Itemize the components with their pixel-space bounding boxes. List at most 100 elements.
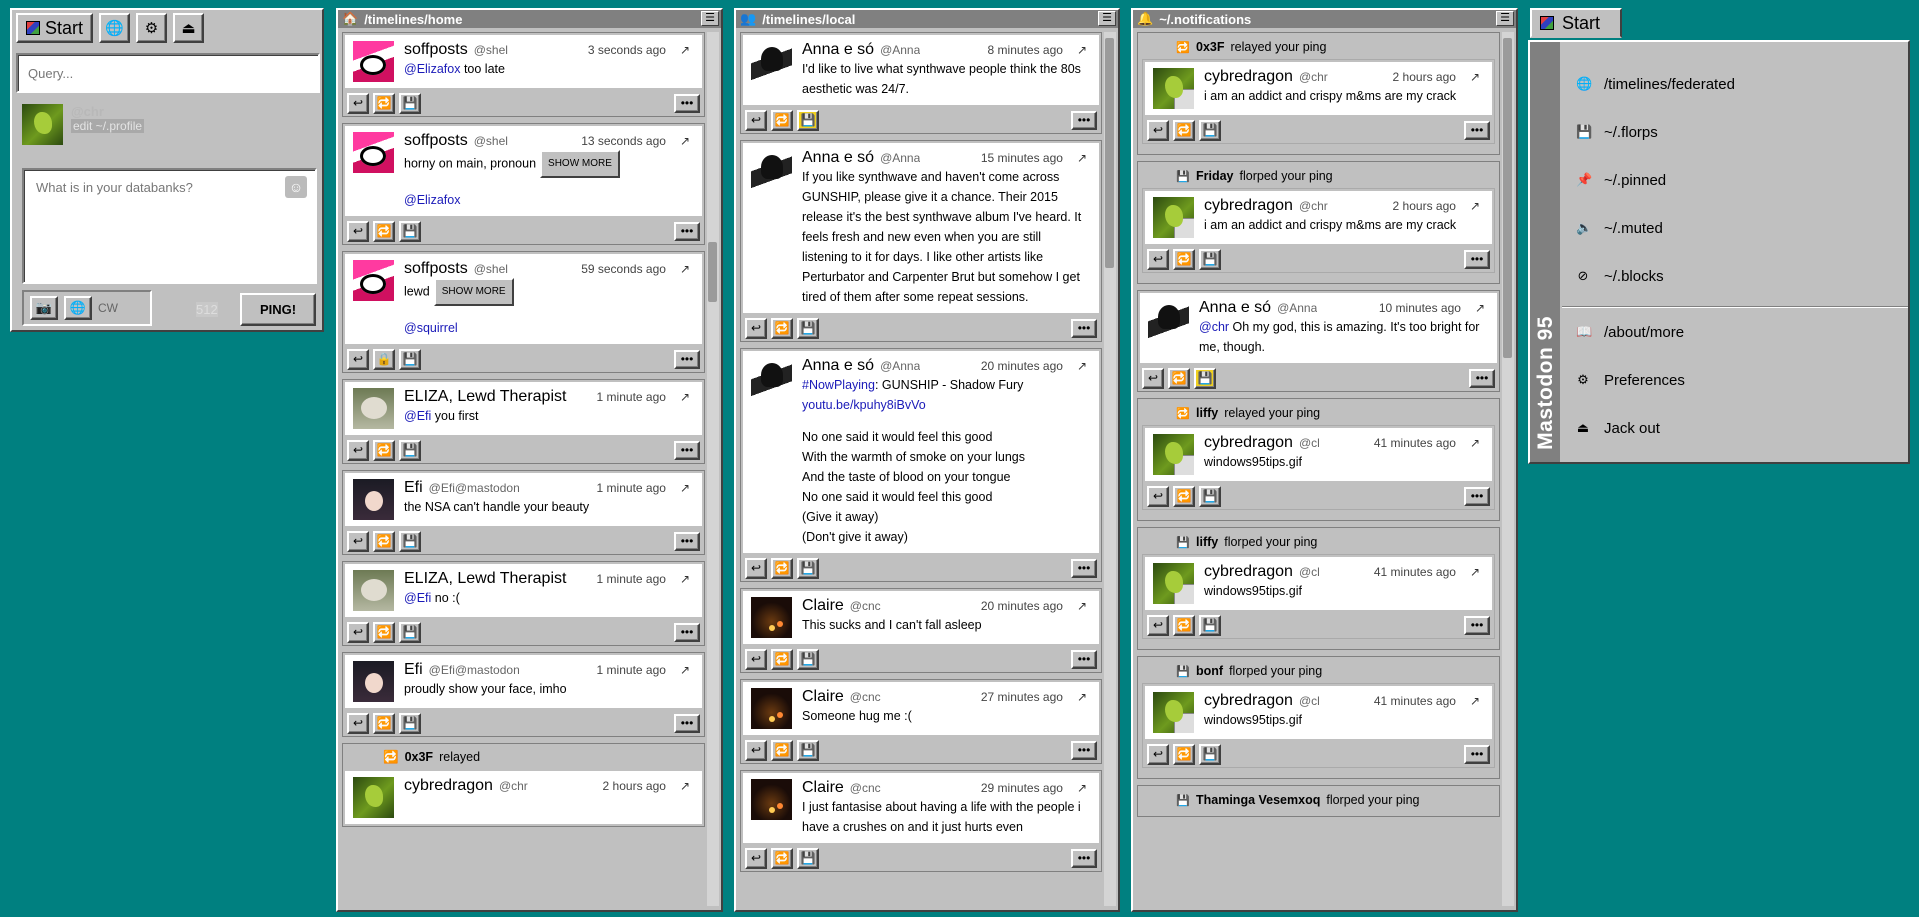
account-handle[interactable]: @cnc bbox=[850, 690, 881, 704]
boost-icon[interactable]: 🔁 bbox=[373, 439, 395, 461]
boost-icon[interactable]: 🔁 bbox=[1173, 485, 1195, 507]
actor-name[interactable]: Thaminga Vesemxoq bbox=[1196, 793, 1320, 807]
more-icon[interactable]: ••• bbox=[1071, 558, 1097, 578]
more-icon[interactable]: ••• bbox=[1071, 649, 1097, 669]
boost-icon[interactable]: 🔁 bbox=[771, 317, 793, 339]
account-handle[interactable]: @shel bbox=[474, 134, 508, 148]
more-icon[interactable]: ••• bbox=[674, 349, 700, 369]
timestamp[interactable]: 2 hours ago bbox=[603, 779, 666, 793]
avatar[interactable] bbox=[1153, 434, 1194, 475]
actor-name[interactable]: liffy bbox=[1196, 406, 1218, 420]
florp-icon[interactable]: 💾 bbox=[399, 530, 421, 552]
boost-icon[interactable]: 🔁 bbox=[373, 530, 395, 552]
actor-name[interactable]: Friday bbox=[1196, 169, 1234, 183]
florp-icon[interactable]: 💾 bbox=[1199, 119, 1221, 141]
more-icon[interactable]: ••• bbox=[674, 713, 700, 733]
account-handle[interactable]: @shel bbox=[474, 262, 508, 276]
booster-name[interactable]: 0x3F bbox=[405, 750, 434, 765]
account-handle[interactable]: @cl bbox=[1299, 565, 1320, 579]
reply-icon[interactable]: ↩ bbox=[347, 530, 369, 552]
florp-icon[interactable]: 💾 bbox=[399, 92, 421, 114]
boost-icon[interactable]: 🔁 bbox=[1168, 367, 1190, 389]
account-handle[interactable]: @cnc bbox=[850, 781, 881, 795]
account-handle[interactable]: @cl bbox=[1299, 694, 1320, 708]
column-settings-icon[interactable]: ☰ bbox=[1098, 11, 1116, 26]
account-handle[interactable]: @Anna bbox=[880, 43, 920, 57]
timestamp[interactable]: 1 minute ago bbox=[597, 390, 666, 404]
display-name[interactable]: cybredragon bbox=[1204, 434, 1293, 452]
reply-icon[interactable]: ↩ bbox=[1142, 367, 1164, 389]
boost-icon[interactable]: 🔁 bbox=[373, 220, 395, 242]
boost-icon[interactable]: 🔁 bbox=[771, 557, 793, 579]
avatar[interactable] bbox=[353, 479, 394, 520]
reply-icon[interactable]: ↩ bbox=[347, 621, 369, 643]
mention-link[interactable]: @Efi bbox=[404, 591, 431, 605]
external-link-icon[interactable]: ↗ bbox=[1077, 781, 1087, 795]
account-handle[interactable]: @cl bbox=[1299, 436, 1320, 450]
external-link-icon[interactable]: ↗ bbox=[680, 779, 690, 793]
column-settings-icon[interactable]: ☰ bbox=[1496, 11, 1514, 26]
florp-icon[interactable]: 💾 bbox=[399, 220, 421, 242]
avatar[interactable] bbox=[1153, 563, 1194, 604]
mention-link[interactable]: @Efi bbox=[404, 409, 431, 423]
external-link-icon[interactable]: ↗ bbox=[1077, 599, 1087, 613]
external-link-icon[interactable]: ↗ bbox=[1077, 151, 1087, 165]
reply-icon[interactable]: ↩ bbox=[347, 712, 369, 734]
display-name[interactable]: soffposts bbox=[404, 260, 468, 278]
external-link-icon[interactable]: ↗ bbox=[680, 572, 690, 586]
display-name[interactable]: Efi bbox=[404, 661, 423, 679]
florp-icon[interactable]: 💾 bbox=[1194, 367, 1216, 389]
visibility-globe-icon[interactable]: 🌐 bbox=[64, 296, 92, 320]
florp-icon[interactable]: 💾 bbox=[399, 712, 421, 734]
external-link-icon[interactable]: ↗ bbox=[680, 390, 690, 404]
florp-icon[interactable]: 💾 bbox=[1199, 743, 1221, 765]
menu-item-pinned[interactable]: 📌 ~/.pinned bbox=[1560, 156, 1908, 204]
boost-icon[interactable]: 🔁 bbox=[1173, 119, 1195, 141]
display-name[interactable]: Anna e só bbox=[802, 41, 874, 59]
account-handle[interactable]: @shel bbox=[474, 43, 508, 57]
timestamp[interactable]: 2 hours ago bbox=[1393, 70, 1456, 84]
florp-icon[interactable]: 💾 bbox=[797, 847, 819, 869]
compose-textarea[interactable]: What is in your databanks? ☺ bbox=[22, 168, 317, 284]
florp-icon[interactable]: 💾 bbox=[797, 739, 819, 761]
timestamp[interactable]: 41 minutes ago bbox=[1374, 694, 1456, 708]
external-link-icon[interactable]: ↗ bbox=[1077, 359, 1087, 373]
avatar[interactable] bbox=[751, 779, 792, 820]
display-name[interactable]: Claire bbox=[802, 779, 844, 797]
account-handle[interactable]: @Efi@mastodon.soc bbox=[429, 481, 519, 495]
florp-icon[interactable]: 💾 bbox=[399, 348, 421, 370]
timestamp[interactable]: 8 minutes ago bbox=[988, 43, 1063, 57]
timestamp[interactable]: 59 seconds ago bbox=[581, 262, 666, 276]
account-handle[interactable]: @Anna bbox=[880, 151, 920, 165]
display-name[interactable]: Anna e só bbox=[802, 357, 874, 375]
avatar[interactable] bbox=[353, 260, 394, 301]
edit-profile-link[interactable]: edit ~/.profile bbox=[71, 119, 145, 133]
external-link-icon[interactable]: ↗ bbox=[1470, 436, 1480, 450]
display-name[interactable]: Anna e só bbox=[802, 149, 874, 167]
ping-button[interactable]: PING! bbox=[240, 293, 316, 326]
external-link-icon[interactable]: ↗ bbox=[1077, 43, 1087, 57]
display-name[interactable]: Anna e só bbox=[1199, 299, 1271, 317]
reply-icon[interactable]: ↩ bbox=[1147, 485, 1169, 507]
reply-icon[interactable]: ↩ bbox=[745, 109, 767, 131]
scrollbar[interactable] bbox=[1502, 32, 1514, 906]
external-link-icon[interactable]: ↗ bbox=[1470, 70, 1480, 84]
reply-icon[interactable]: ↩ bbox=[745, 648, 767, 670]
more-icon[interactable]: ••• bbox=[1464, 120, 1490, 140]
menu-item-about[interactable]: 📖/about/more bbox=[1560, 308, 1908, 356]
account-handle[interactable]: @chr bbox=[499, 779, 528, 793]
external-link-icon[interactable]: ↗ bbox=[680, 262, 690, 276]
more-icon[interactable]: ••• bbox=[1464, 486, 1490, 506]
timestamp[interactable]: 41 minutes ago bbox=[1374, 436, 1456, 450]
avatar[interactable] bbox=[751, 149, 792, 190]
reply-icon[interactable]: ↩ bbox=[347, 220, 369, 242]
external-link-icon[interactable]: ↗ bbox=[1475, 301, 1485, 315]
avatar[interactable] bbox=[1153, 68, 1194, 109]
more-icon[interactable]: ••• bbox=[674, 440, 700, 460]
timestamp[interactable]: 2 hours ago bbox=[1393, 199, 1456, 213]
external-link-icon[interactable]: ↗ bbox=[1077, 690, 1087, 704]
avatar[interactable] bbox=[353, 661, 394, 702]
timestamp[interactable]: 15 minutes ago bbox=[981, 151, 1063, 165]
florp-icon[interactable]: 💾 bbox=[797, 648, 819, 670]
boost-icon[interactable]: 🔁 bbox=[1173, 614, 1195, 636]
